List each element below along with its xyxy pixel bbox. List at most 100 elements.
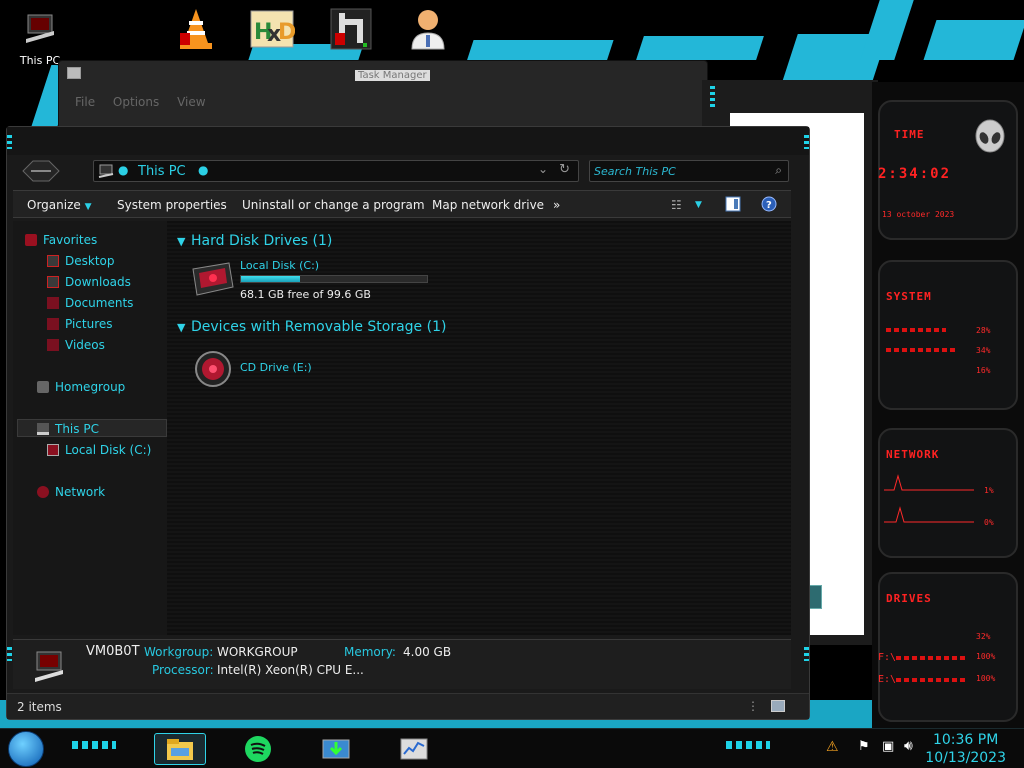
address-dropdown-chevron-icon[interactable]: ⌄ bbox=[538, 162, 548, 176]
cpu-value: 28% bbox=[976, 326, 991, 335]
group-label: Hard Disk Drives (1) bbox=[191, 233, 333, 249]
drive-tile-local-disk-c[interactable]: Local Disk (C:) 68.1 GB free of 99.6 GB bbox=[189, 257, 429, 305]
command-bar: Organize ▼ System properties Uninstall o… bbox=[13, 190, 791, 218]
breadcrumb[interactable]: This PC bbox=[138, 164, 186, 179]
nav-pictures[interactable]: Pictures bbox=[47, 317, 113, 331]
view-chevron-down-icon[interactable]: ▼ bbox=[695, 200, 702, 210]
computer-icon bbox=[17, 6, 63, 52]
drive-e-label: E:\ bbox=[878, 674, 897, 685]
app-window-icon bbox=[328, 6, 374, 52]
breadcrumb-separator-icon: ● bbox=[118, 163, 129, 177]
drives-panel: DRIVES 32% F:\ 100% E:\ 100% bbox=[878, 572, 1018, 722]
nav-homegroup[interactable]: Homegroup bbox=[37, 380, 125, 394]
organize-button[interactable]: Organize ▼ bbox=[27, 198, 92, 212]
taskbar-spotify-button[interactable] bbox=[232, 733, 284, 765]
computer-name: VM0B0T bbox=[86, 644, 140, 659]
task-manager-menu: File Options View bbox=[75, 95, 220, 109]
large-icons-view-icon[interactable] bbox=[771, 700, 785, 712]
volume-icon[interactable]: 🔊︎ bbox=[904, 738, 913, 754]
menu-options[interactable]: Options bbox=[113, 95, 159, 109]
nav-back-forward-button[interactable] bbox=[21, 159, 61, 183]
alien-head-icon bbox=[975, 119, 1005, 153]
nav-documents[interactable]: Documents bbox=[47, 296, 133, 310]
more-commands-button[interactable]: » bbox=[553, 198, 560, 212]
svg-text:?: ? bbox=[766, 200, 772, 211]
wallpaper-shape bbox=[923, 20, 1024, 60]
drive-tile-cd-drive-e[interactable]: CD Drive (E:) bbox=[189, 347, 389, 391]
task-manager-icon bbox=[400, 738, 428, 760]
refresh-icon[interactable]: ↻ bbox=[559, 162, 570, 177]
preview-pane-icon[interactable] bbox=[725, 196, 741, 215]
help-icon[interactable]: ? bbox=[761, 196, 777, 215]
desktop-icon-app[interactable] bbox=[323, 6, 379, 52]
network-title: NETWORK bbox=[886, 448, 940, 461]
hard-disk-icon bbox=[47, 444, 59, 456]
uninstall-program-button[interactable]: Uninstall or change a program bbox=[242, 198, 425, 212]
network-tray-icon[interactable]: ▣ bbox=[882, 739, 894, 754]
nav-this-pc[interactable]: This PC bbox=[37, 422, 99, 436]
taskbar-app-button[interactable] bbox=[310, 733, 362, 765]
nav-downloads[interactable]: Downloads bbox=[47, 275, 131, 289]
file-list-pane: ▼ Hard Disk Drives (1) Local Disk (C:) 68… bbox=[167, 221, 791, 635]
nav-videos[interactable]: Videos bbox=[47, 338, 105, 352]
pictures-folder-icon bbox=[47, 318, 59, 330]
memory-value: 4.00 GB bbox=[403, 645, 452, 659]
taskbar-task-manager-button[interactable] bbox=[388, 733, 440, 765]
drive-f-value: 100% bbox=[976, 652, 996, 661]
search-icon[interactable]: ⌕ bbox=[775, 163, 782, 178]
nav-network[interactable]: Network bbox=[37, 485, 105, 499]
system-properties-button[interactable]: System properties bbox=[117, 198, 227, 212]
computer-icon bbox=[35, 651, 63, 682]
start-button[interactable] bbox=[8, 731, 44, 767]
address-bar[interactable]: ● This PC ● ⌄ ↻ bbox=[93, 160, 579, 182]
clock-time: 10:36 PM bbox=[932, 732, 999, 748]
drives-title: DRIVES bbox=[886, 592, 932, 605]
nav-local-disk-c[interactable]: Local Disk (C:) bbox=[47, 443, 151, 457]
desktop-icon-vlc[interactable] bbox=[168, 6, 224, 52]
wallpaper-shape bbox=[636, 36, 764, 60]
window-title-frame[interactable] bbox=[7, 127, 809, 155]
group-header-removable-storage[interactable]: ▼ Devices with Removable Storage (1) bbox=[177, 319, 446, 335]
workgroup-label: Workgroup: bbox=[144, 645, 214, 659]
favorites-star-icon bbox=[25, 234, 37, 246]
monitor-download-icon bbox=[322, 739, 350, 759]
taskbar-led bbox=[72, 741, 116, 749]
taskbar-clock[interactable]: 10:36 PM 10/13/2023 bbox=[925, 731, 1006, 767]
nav-label: Homegroup bbox=[55, 380, 126, 394]
view-options-icon[interactable]: ☷ bbox=[671, 198, 682, 212]
menu-view[interactable]: View bbox=[177, 95, 205, 109]
menu-file[interactable]: File bbox=[75, 95, 95, 109]
nav-favorites[interactable]: Favorites bbox=[25, 233, 97, 247]
gadget-time: 2:34:02 bbox=[878, 166, 952, 182]
user-doctor-icon bbox=[405, 6, 451, 52]
taskbar-led bbox=[726, 741, 770, 749]
processor-label: Processor: bbox=[152, 663, 214, 677]
action-center-flag-icon[interactable]: ⚑ bbox=[858, 739, 870, 754]
search-input[interactable] bbox=[594, 163, 764, 179]
details-view-icon[interactable]: ⋮ bbox=[747, 699, 759, 713]
nav-desktop[interactable]: Desktop bbox=[47, 254, 115, 268]
system-panel: SYSTEM 28% 34% 16% bbox=[878, 260, 1018, 410]
details-pane: VM0B0T Workgroup: WORKGROUP Memory: 4.00… bbox=[13, 639, 791, 689]
breadcrumb-separator-icon[interactable]: ● bbox=[198, 163, 208, 177]
tray-notification-icon[interactable]: ⚠ bbox=[826, 739, 839, 755]
task-manager-app-icon bbox=[67, 67, 81, 79]
svg-text:D: D bbox=[278, 20, 295, 45]
taskbar-explorer-button[interactable] bbox=[154, 733, 206, 765]
drive-usage-fill bbox=[241, 276, 300, 282]
drive-free-space: 68.1 GB free of 99.6 GB bbox=[240, 288, 371, 301]
file-explorer-window[interactable]: ● This PC ● ⌄ ↻ ⌕ Organize ▼ System prop… bbox=[6, 126, 810, 720]
homegroup-icon bbox=[37, 381, 49, 393]
nav-label: This PC bbox=[55, 422, 99, 436]
desktop-icon-hxd[interactable]: HxD bbox=[244, 6, 300, 52]
computer-icon bbox=[98, 164, 114, 178]
desktop-icon-user[interactable] bbox=[400, 6, 456, 52]
search-box[interactable]: ⌕ bbox=[589, 160, 789, 182]
frame-led bbox=[7, 647, 12, 661]
drive-1-value: 32% bbox=[976, 632, 991, 641]
time-title: TIME bbox=[894, 128, 925, 141]
group-header-hard-disk-drives[interactable]: ▼ Hard Disk Drives (1) bbox=[177, 233, 332, 249]
desktop-icon-this-pc[interactable]: This PC bbox=[12, 6, 68, 67]
map-network-drive-button[interactable]: Map network drive bbox=[432, 198, 544, 212]
documents-folder-icon bbox=[47, 297, 59, 309]
